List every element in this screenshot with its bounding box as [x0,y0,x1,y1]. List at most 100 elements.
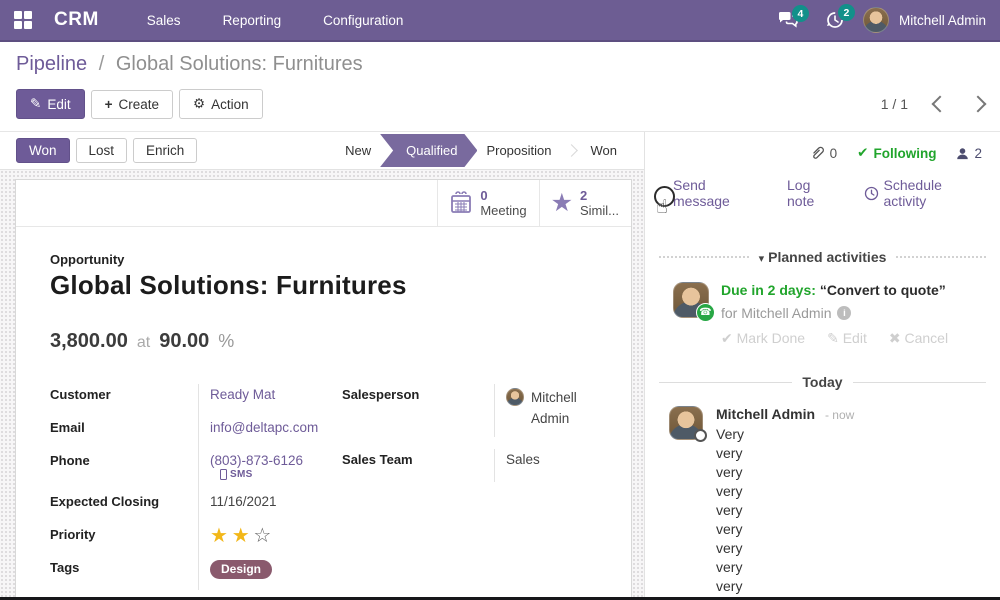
user-name[interactable]: Mitchell Admin [899,13,986,28]
schedule-activity-button[interactable]: Schedule activity [864,177,985,209]
edit-button[interactable]: ✎ Edit [16,89,85,119]
field-customer: Customer Ready Mat [50,384,338,417]
priority-stars: ★ ★ ☆ [198,524,338,557]
apps-menu-icon[interactable] [14,11,32,29]
today-label: Today [802,374,842,390]
stage-won[interactable]: Won [578,143,631,158]
following-label: Following [873,146,936,161]
schedule-activity-label: Schedule activity [884,177,985,209]
menu-configuration[interactable]: Configuration [309,1,417,40]
stage-proposition[interactable]: Proposition [473,143,564,158]
meeting-label: Meeting [480,203,526,218]
activities-button[interactable]: 2 [817,4,853,36]
stage-separator-chevron [565,144,578,157]
log-note-button[interactable]: Log note [787,177,840,209]
meeting-count: 0 [480,188,526,203]
breadcrumb-pipeline-link[interactable]: Pipeline [16,53,87,75]
sms-label: SMS [230,469,253,480]
user-avatar[interactable] [863,7,889,33]
expected-revenue-value: 3,800.00 [50,330,128,353]
field-sales-team: Sales Team Sales [342,449,597,482]
followers-button[interactable]: 2 [956,146,982,161]
star-filled-icon[interactable]: ★ [210,525,228,547]
action-button[interactable]: ⚙ Action [179,89,263,119]
form-canvas: 0 Meeting ★ 2 Simil... Opportunity [0,170,645,600]
pager-next-icon[interactable] [970,96,987,113]
message-author[interactable]: Mitchell Admin [716,406,815,422]
attachments-button[interactable]: 0 [810,146,838,161]
send-sms-button[interactable]: SMS [220,469,253,480]
breadcrumb-current: Global Solutions: Furnitures [116,53,363,75]
won-button[interactable]: Won [16,138,70,163]
phone-call-badge-icon: ☎ [696,303,715,322]
breadcrumb-separator: / [99,53,105,75]
menu-sales[interactable]: Sales [133,1,195,40]
pencil-icon: ✎ [30,96,41,112]
info-icon[interactable]: i [837,306,851,320]
create-button-label: Create [118,97,159,112]
star-filled-icon[interactable]: ★ [232,525,250,547]
status-bar: Won Lost Enrich New Qualified Propositio… [0,132,645,170]
plus-icon: + [105,97,113,112]
field-salesperson: Salesperson Mitchell Admin [342,384,597,437]
send-message-button[interactable]: Send message [673,177,763,209]
planned-activities-toggle[interactable]: ▾Planned activities [759,249,887,265]
sales-team-label: Sales Team [342,449,494,482]
create-button[interactable]: + Create [91,90,173,119]
mark-done-button[interactable]: ✔ Mark Done [721,330,805,347]
activities-count-badge: 2 [838,4,855,21]
mobile-phone-icon [220,469,227,480]
stage-new[interactable]: New [332,143,384,158]
edit-button-label: Edit [47,97,70,112]
message-timestamp: - now [825,408,854,422]
activity-edit-button[interactable]: ✎ Edit [827,330,867,347]
enrich-button[interactable]: Enrich [133,138,197,163]
caret-down-icon: ▾ [759,253,765,265]
phone-value-link[interactable]: (803)-873-6126 [210,453,303,468]
salesperson-value[interactable]: Mitchell Admin [531,387,597,429]
person-icon [956,147,969,160]
field-phone: Phone (803)-873-6126 SMS [50,450,338,491]
customer-value-link[interactable]: Ready Mat [210,387,275,402]
field-email: Email info@deltapc.com [50,417,338,450]
probability-value: 90.00 [159,330,209,353]
record-type-label: Opportunity [50,252,597,267]
field-expected-closing: Expected Closing 11/16/2021 [50,491,338,524]
activity-due-label: Due in 2 days: [721,282,816,298]
field-priority: Priority ★ ★ ☆ [50,524,338,557]
at-label: at [137,334,150,352]
tag-design[interactable]: Design [210,560,272,579]
attachment-count: 0 [830,146,838,161]
similar-label: Simil... [580,203,619,218]
menu-reporting[interactable]: Reporting [209,1,296,40]
similar-count: 2 [580,188,619,203]
email-label: Email [50,417,198,450]
app-title[interactable]: CRM [54,9,99,31]
meeting-stat-button[interactable]: 0 Meeting [437,180,538,226]
note-ring-badge-icon [694,429,707,442]
pager-previous-icon[interactable] [932,96,949,113]
activity-cancel-button[interactable]: ✖ Cancel [889,330,948,347]
expected-closing-label: Expected Closing [50,491,198,524]
email-value-link[interactable]: info@deltapc.com [210,420,318,435]
similar-leads-stat-button[interactable]: ★ 2 Simil... [539,180,631,226]
stage-qualified-active[interactable]: Qualified [380,134,477,167]
lost-button[interactable]: Lost [76,138,128,163]
opportunity-title: Global Solutions: Furnitures [50,270,597,301]
gear-icon: ⚙ [193,96,205,112]
planned-activities-divider: ▾Planned activities [645,249,1000,265]
percent-sign: % [218,331,234,352]
chatter-panel: 0 ✔ Following 2 Send message Log note Sc… [645,132,1000,600]
pager-counter: 1 / 1 [881,96,908,112]
check-icon: ✔ [857,145,868,161]
messages-button[interactable]: 4 [769,5,807,35]
following-button[interactable]: ✔ Following [857,145,936,161]
activity-summary: “Convert to quote” [820,282,946,298]
messages-count-badge: 4 [792,5,809,22]
tags-label: Tags [50,557,198,590]
today-divider: Today [645,374,1000,390]
customer-label: Customer [50,384,198,417]
salesperson-avatar [506,388,524,406]
sales-team-value[interactable]: Sales [494,449,597,482]
star-empty-icon[interactable]: ☆ [253,525,271,547]
